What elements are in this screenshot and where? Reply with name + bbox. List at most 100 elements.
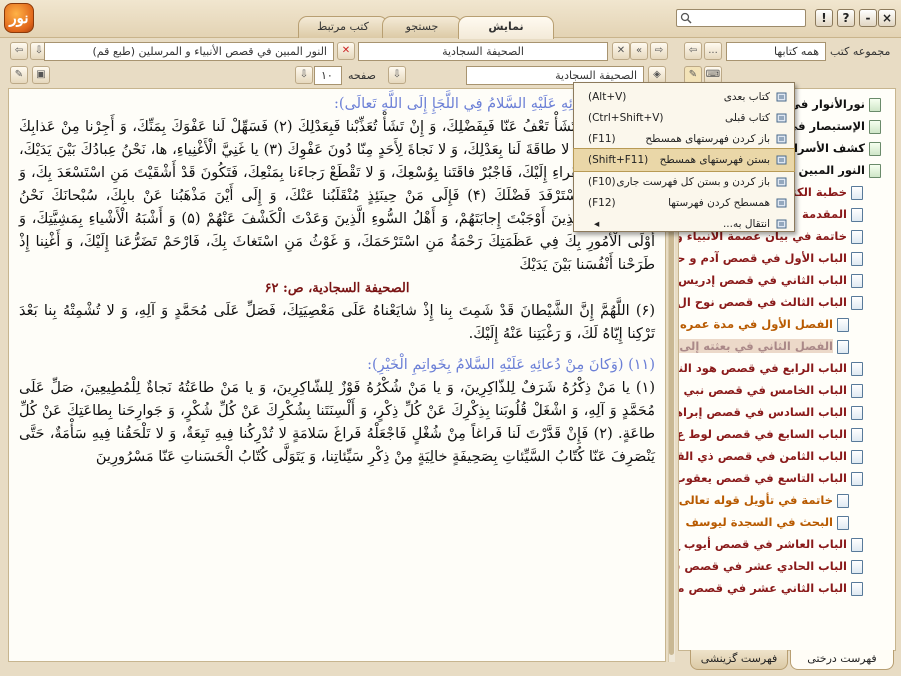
page-label: صفحه bbox=[348, 69, 376, 82]
page-icon bbox=[851, 207, 863, 222]
collection-select[interactable]: همه کتابها bbox=[726, 42, 826, 61]
tab-search[interactable]: جستجو bbox=[382, 16, 462, 38]
tree-item-label: الباب الثامن في قصص ذي القر bbox=[678, 449, 847, 463]
tree-item[interactable]: الباب الحادي عشر في قصص ش bbox=[679, 555, 863, 577]
global-search-input[interactable] bbox=[676, 9, 806, 27]
tree-item-label: الباب السادس في قصص إبراهي bbox=[678, 405, 847, 419]
page-icon bbox=[851, 273, 863, 288]
menu-item-icon bbox=[776, 219, 787, 229]
page-icon bbox=[851, 405, 863, 420]
menu-item-shortcut: (F10) bbox=[588, 176, 616, 188]
tree-item[interactable]: الباب الرابع في قصص هود النبي bbox=[679, 357, 863, 379]
tree-item[interactable]: الباب الأول في قصص آدم و حو bbox=[679, 247, 863, 269]
menu-item[interactable]: همسطح کردن فهرستها (F12) bbox=[574, 192, 794, 214]
tree-item[interactable]: خاتمة في تأويل قوله تعالى bbox=[679, 489, 849, 511]
menu-item[interactable]: کتاب قبلی (Ctrl+Shift+V) bbox=[574, 107, 794, 129]
current-book-field[interactable]: الصحيفة السجادية bbox=[358, 42, 608, 61]
page-icon bbox=[851, 537, 863, 552]
page-icon bbox=[851, 471, 863, 486]
tree-item[interactable]: الباب التاسع في قصص يعقوب bbox=[678, 467, 863, 489]
close-book-icon[interactable]: ✕ bbox=[337, 42, 355, 60]
menu-item[interactable]: انتقال به... ◂ bbox=[574, 213, 794, 235]
back-arrow-icon[interactable]: ⇦ bbox=[10, 42, 28, 60]
menu-item-icon bbox=[776, 113, 787, 123]
page-icon bbox=[837, 317, 849, 332]
menu-item-label: باز کردن فهرستهای همسطح bbox=[645, 133, 770, 145]
tree-item-label: المقدمة bbox=[802, 207, 847, 221]
tree-item[interactable]: كشف الأسرار bbox=[787, 137, 881, 159]
page-icon bbox=[851, 361, 863, 376]
tree-item[interactable]: الباب العاشر في قصص أيوب ع bbox=[678, 533, 863, 555]
help-button[interactable]: ? bbox=[837, 9, 855, 27]
close-button[interactable]: × bbox=[878, 9, 896, 27]
tree-item[interactable]: الباب الخامس في قصص نبي الل bbox=[679, 379, 863, 401]
search-icon bbox=[680, 12, 692, 24]
minimize-button[interactable]: - bbox=[859, 9, 877, 27]
book-title-field[interactable]: النور المبين في قصص الأنبياء و المرسلين … bbox=[44, 42, 334, 61]
reader-paragraph: (۱) اللَّهُمَّ إِنْ تَشَأْ تَعْفُ عَنّا … bbox=[19, 119, 655, 273]
menu-item-label: انتقال به... bbox=[722, 218, 770, 230]
menu-item-icon bbox=[776, 92, 787, 102]
page-icon bbox=[851, 383, 863, 398]
tree-item[interactable]: الباب الثالث في قصص نوح ال bbox=[678, 291, 863, 313]
tree-item[interactable]: الفصل الثاني في بعثته إلى bbox=[679, 335, 849, 357]
tree-item-label: الباب الثاني في قصص إدريس bbox=[678, 273, 847, 287]
page-icon bbox=[851, 251, 863, 266]
collection-label: مجموعه کتب bbox=[830, 45, 891, 58]
page-down-icon[interactable]: ⇩ bbox=[295, 66, 313, 84]
page-icon bbox=[851, 185, 863, 200]
menu-item-shortcut: (F12) bbox=[588, 197, 616, 209]
page-icon bbox=[837, 339, 849, 354]
tree-item[interactable]: البحث في السجدة ليوسف bbox=[685, 511, 849, 533]
tree-item-label: النور المبين bbox=[798, 163, 866, 177]
tree-item[interactable]: الإستبصار في bbox=[786, 115, 881, 137]
tab-selective-index[interactable]: فهرست گزینشی bbox=[690, 650, 788, 670]
tree-item-label: الباب الثالث في قصص نوح ال bbox=[678, 295, 847, 309]
page-icon bbox=[851, 427, 863, 442]
page-reference: الصحيفة السجادية، ص: ۶۲ bbox=[264, 281, 410, 296]
tab-display[interactable]: نمایش bbox=[458, 16, 554, 39]
info-button[interactable]: ! bbox=[815, 9, 833, 27]
tree-item[interactable]: الباب الثاني في قصص إدريس bbox=[678, 269, 863, 291]
menu-item-icon bbox=[776, 198, 787, 208]
context-menu: کتاب بعدی (Alt+V) کتاب قبلی (Ctrl+Shift+V) ب… bbox=[573, 82, 795, 232]
menu-item-label: کتاب قبلی bbox=[724, 112, 770, 124]
tree-item[interactable]: الباب الثاني عشر في قصص مو bbox=[678, 577, 863, 599]
tree-item-label: البحث في السجدة ليوسف bbox=[685, 515, 833, 529]
tree-item[interactable]: الفصل الأول في مدة عمره و bbox=[679, 313, 849, 335]
tree-item[interactable]: المقدمة bbox=[802, 203, 863, 225]
tree-item[interactable]: نورالأنوار في bbox=[789, 93, 881, 115]
menu-item-label: بستن فهرستهای همسطح bbox=[659, 154, 770, 166]
tree-item[interactable]: النور المبين bbox=[798, 159, 881, 181]
view-mode-icon[interactable]: ▣ bbox=[32, 66, 50, 84]
forward-arrow-icon[interactable]: ⇨ bbox=[650, 42, 668, 60]
menu-item-label: باز کردن و بستن کل فهرست جاری bbox=[616, 176, 770, 188]
more-options-button[interactable]: ... bbox=[704, 42, 722, 60]
menu-item[interactable]: کتاب بعدی (Alt+V) bbox=[574, 86, 794, 108]
menu-item[interactable]: باز کردن و بستن کل فهرست جاری (F10) bbox=[574, 171, 794, 193]
menu-item[interactable]: باز کردن فهرستهای همسطح (F11) bbox=[574, 128, 794, 150]
book-icon bbox=[869, 163, 881, 178]
text-reader[interactable]: (وَكانَ مِنْ دُعائِهِ عَلَيْهِ السَّلامُ… bbox=[8, 88, 666, 662]
book-icon bbox=[869, 97, 881, 112]
settings-wrench-icon[interactable]: ✎ bbox=[10, 66, 28, 84]
page-number-input[interactable]: ۱۰ bbox=[314, 66, 342, 85]
tree-item[interactable]: الباب الثامن في قصص ذي القر bbox=[678, 445, 863, 467]
menu-item-icon bbox=[776, 177, 787, 187]
close-tab-icon[interactable]: ✕ bbox=[612, 42, 630, 60]
tree-item-label: الباب الثاني عشر في قصص مو bbox=[678, 581, 847, 595]
menu-item[interactable]: بستن فهرستهای همسطح (Shift+F11) bbox=[573, 148, 795, 172]
tab-related-books[interactable]: کتب مرتبط bbox=[298, 16, 388, 38]
tree-item-label: الإستبصار في bbox=[786, 119, 865, 133]
menu-item-label: همسطح کردن فهرستها bbox=[668, 197, 770, 209]
menu-item-shortcut: (Alt+V) bbox=[588, 91, 627, 103]
menu-item-shortcut: (Ctrl+Shift+V) bbox=[588, 112, 664, 124]
tree-item-label: الباب التاسع في قصص يعقوب bbox=[678, 471, 847, 485]
tree-item-label: الباب العاشر في قصص أيوب ع bbox=[678, 537, 847, 551]
section-down-icon[interactable]: ⇩ bbox=[388, 66, 406, 84]
tab-tree-index[interactable]: فهرست درختی bbox=[790, 650, 894, 670]
double-chevron-icon[interactable]: « bbox=[630, 42, 648, 60]
tree-item[interactable]: الباب السابع في قصص لوط ع bbox=[679, 423, 863, 445]
tree-item[interactable]: الباب السادس في قصص إبراهي bbox=[678, 401, 863, 423]
nav-back-icon[interactable]: ⇦ bbox=[684, 42, 702, 60]
